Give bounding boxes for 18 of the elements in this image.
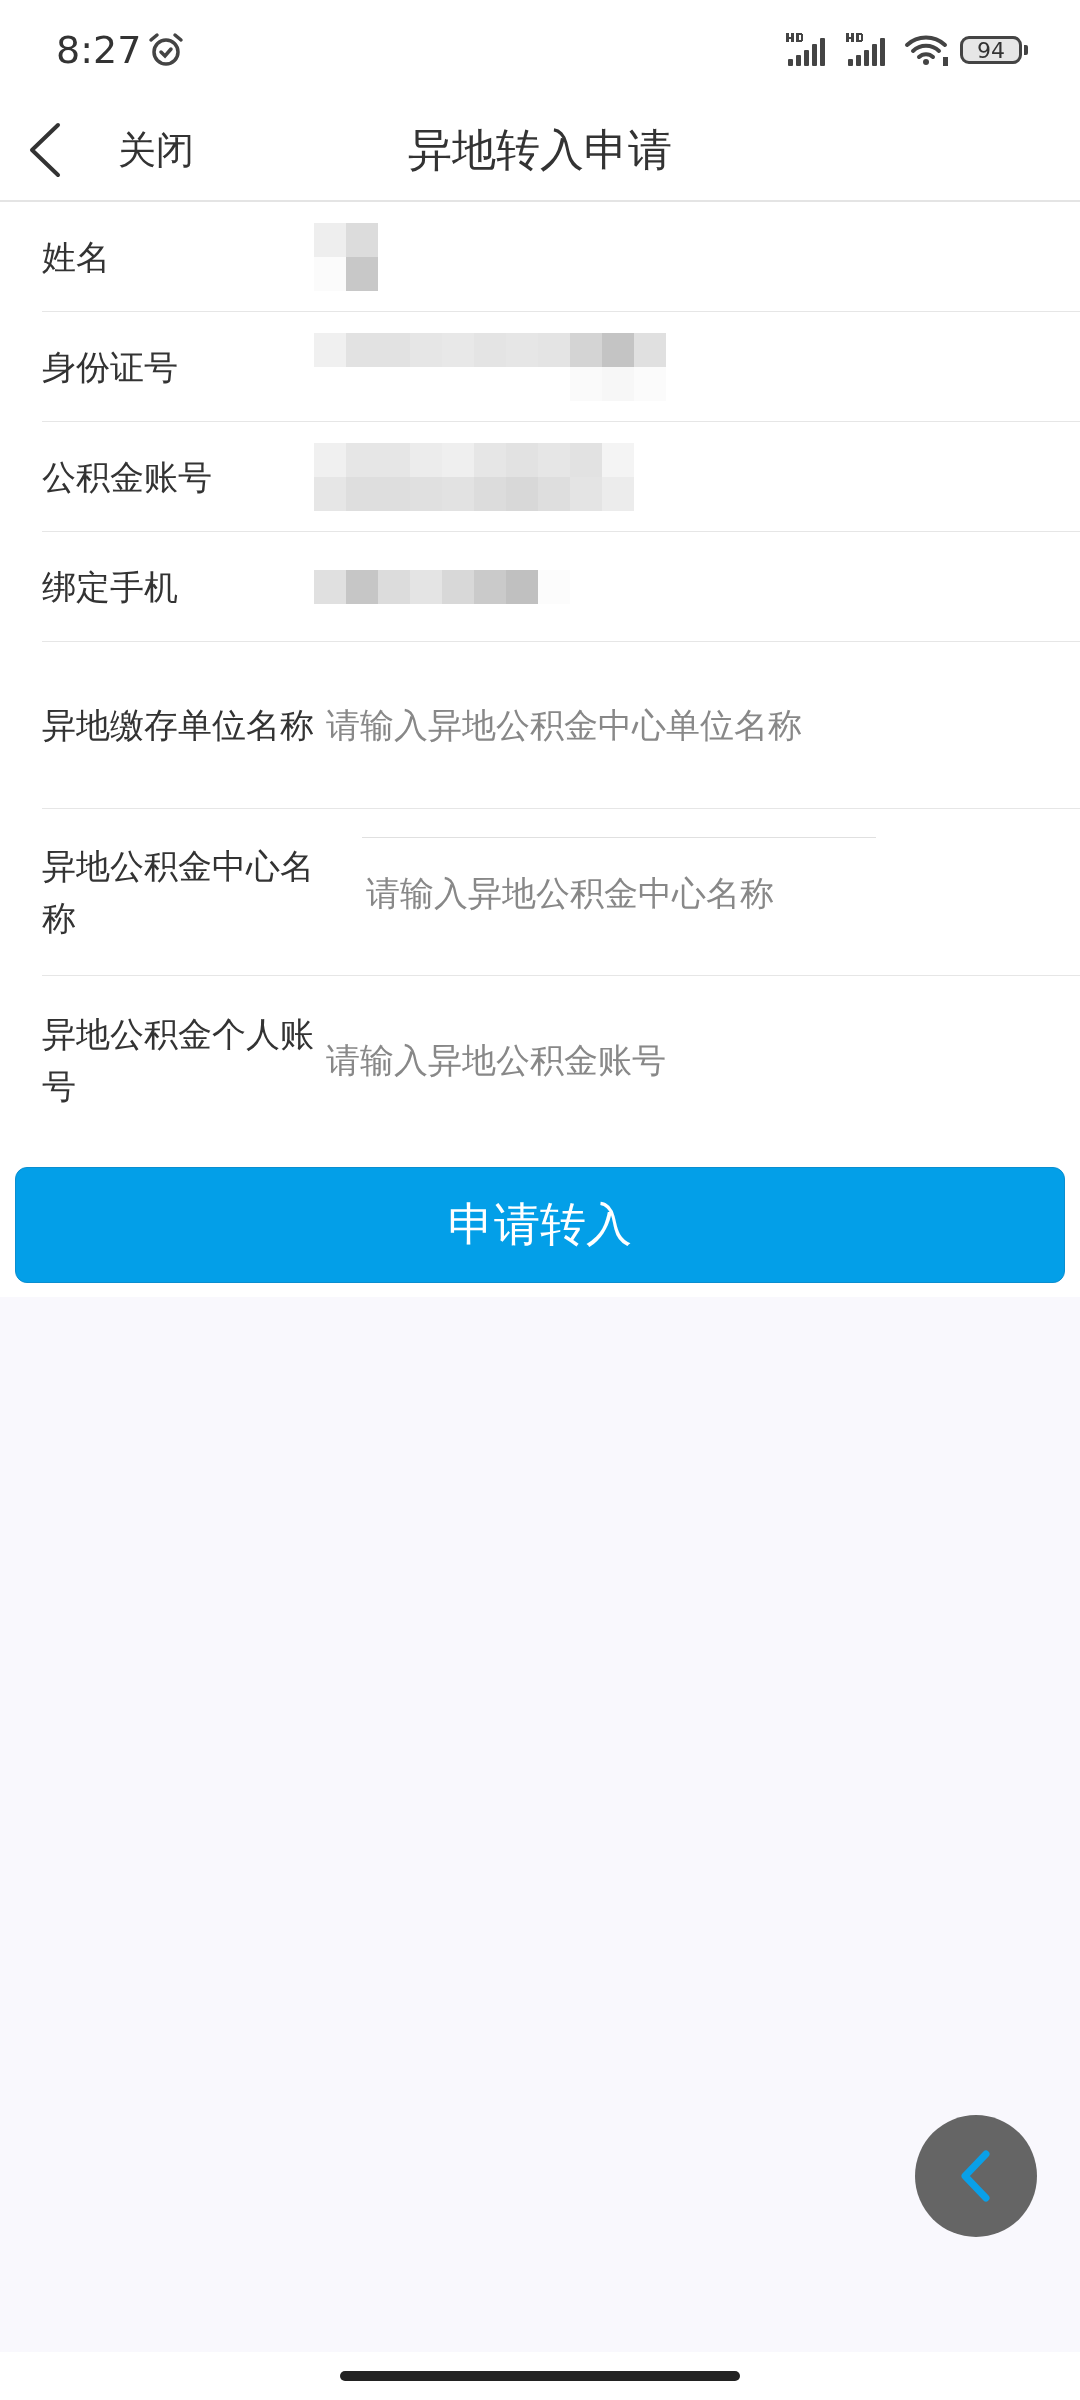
field-label: 异地缴存单位名称 <box>42 704 314 747</box>
wifi-icon <box>904 33 950 67</box>
field-label: 姓名 <box>42 235 111 279</box>
field-label: 绑定手机 <box>42 565 179 609</box>
field-label: 异地公积金个人账号 <box>42 1012 314 1108</box>
status-time: 8:27 <box>56 28 142 72</box>
chevron-icon <box>961 2150 991 2202</box>
field-label: 身份证号 <box>42 345 179 389</box>
close-link[interactable]: 关闭 <box>118 124 194 176</box>
battery-level: 94 <box>977 37 1005 63</box>
text-input[interactable]: 请输入异地公积金中心名称 <box>362 836 876 948</box>
field-label: 公积金账号 <box>42 455 213 499</box>
text-input[interactable]: 请输入异地公积金中心单位名称 <box>314 695 946 755</box>
text-input[interactable]: 请输入异地公积金账号 <box>314 1029 946 1090</box>
redacted-value <box>314 222 378 291</box>
alarm-icon <box>147 31 186 69</box>
page-title: 异地转入申请 <box>408 123 672 175</box>
field-label: 异地公积金中心名称 <box>42 845 314 940</box>
